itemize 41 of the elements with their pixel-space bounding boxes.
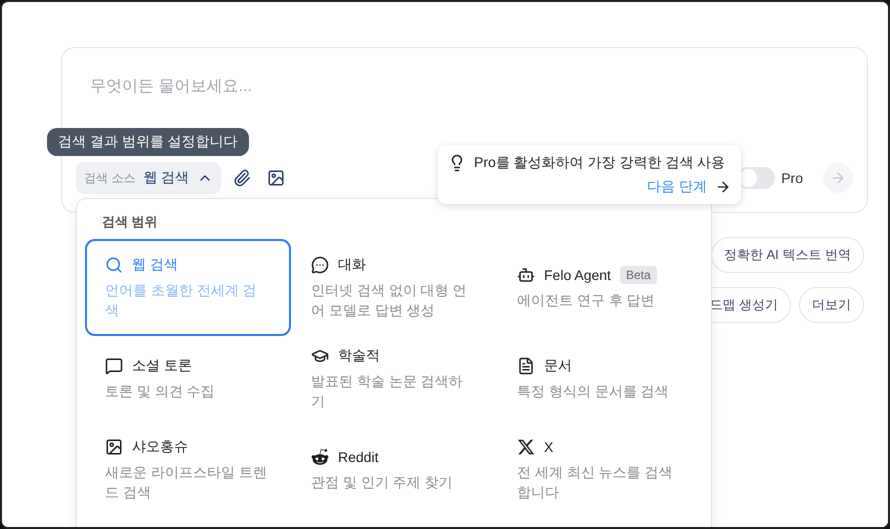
option-description: 관점 및 인기 주제 찾기	[311, 473, 454, 492]
option-title: Reddit	[338, 449, 378, 465]
source-value: 웹 검색	[143, 169, 190, 187]
option-description: 발표된 학술 논문 검색하기	[311, 372, 464, 411]
pro-label: Pro	[781, 170, 803, 186]
source-label: 검색 소스	[84, 170, 136, 186]
option-description: 토론 및 의견 수집	[105, 382, 216, 401]
option-title: X	[544, 439, 554, 455]
option-description: 언어를 초월한 전세계 검색	[105, 280, 258, 320]
robot-icon	[517, 266, 535, 284]
search-source-button[interactable]: 검색 소스 웹 검색	[76, 162, 222, 194]
suggestion-chip[interactable]: 더보기	[799, 287, 864, 323]
option-title: 웹 검색	[132, 256, 178, 274]
search-icon	[105, 256, 123, 274]
question-input[interactable]: 무엇이든 물어보세요...	[90, 78, 690, 96]
option-description: 전 세계 최신 뉴스를 검색합니다	[517, 463, 674, 502]
document-icon	[517, 357, 535, 375]
speech-bubble-icon	[105, 357, 123, 375]
option-title: 학술적	[338, 347, 380, 365]
option-title: 소셜 토론	[132, 357, 192, 375]
popover-text: Pro를 활성화하여 가장 강력한 검색 사용	[474, 154, 726, 172]
menu-title: 검색 범위	[101, 213, 159, 231]
image-icon	[267, 169, 286, 187]
option-description: 에이전트 연구 후 답변	[517, 290, 656, 310]
option-title: 샤오홍슈	[132, 438, 188, 456]
graduation-cap-icon	[311, 347, 329, 365]
image-icon	[105, 438, 123, 456]
beta-badge: Beta	[620, 266, 657, 284]
option-description: 인터넷 검색 없이 대형 언어 모델로 답변 생성	[311, 280, 468, 320]
scope-option[interactable]: 웹 검색 언어를 초월한 전세계 검색	[85, 239, 291, 336]
option-title: Felo Agent	[544, 266, 611, 282]
tooltip: 검색 결과 범위를 설정합니다	[47, 128, 249, 156]
option-title: 대화	[338, 256, 366, 274]
option-description: 특정 형식의 문서를 검색	[517, 382, 670, 401]
suggestion-chip[interactable]: 정확한 AI 텍스트 번역	[710, 237, 864, 273]
x-logo-icon	[517, 438, 535, 456]
reddit-alien-icon	[311, 448, 329, 466]
chat-bubble-icon	[311, 256, 329, 274]
option-description: 새로운 라이프스타일 트렌드 검색	[105, 463, 268, 502]
paperclip-icon	[233, 169, 252, 187]
option-title: 문서	[544, 357, 572, 375]
